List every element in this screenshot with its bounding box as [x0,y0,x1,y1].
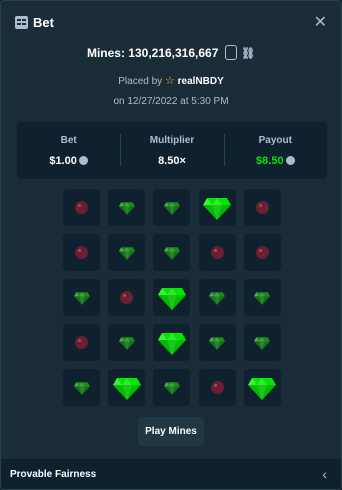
mine-icon [210,246,224,259]
gem-icon [73,291,90,305]
gem-icon [203,197,232,220]
stat-bet-value: $1.00 [49,155,77,167]
placed-by-prefix: Placed by [118,76,163,87]
gem-icon [209,291,226,305]
gem-icon [248,377,277,400]
board-tile [243,189,281,226]
provable-fairness-label: Provable Fairness [10,469,97,480]
mines-board [63,189,281,406]
board-tile [108,279,146,316]
gem-icon [118,336,135,350]
bet-slip-icon [15,16,28,29]
gem-icon [163,381,180,395]
stat-multiplier-value: 8.50× [158,155,186,167]
mine-icon [255,246,269,259]
board-tile [63,279,100,316]
close-button[interactable]: ✕ [314,12,327,32]
board-tile [63,369,100,406]
gem-icon [118,201,135,215]
mine-icon [75,246,88,259]
board-tile [153,189,191,226]
board-tile [108,234,146,271]
gem-icon [73,381,90,395]
star-icon: ☆ [164,75,175,87]
board-tile [198,279,236,316]
board-tile [198,369,236,406]
gem-icon [157,332,186,355]
link-icon[interactable]: ⛓ [241,47,255,60]
stat-payout-value: $8.50 [256,155,284,167]
modal-title: Bet [33,15,54,30]
gem-icon [254,291,271,305]
copy-icon[interactable] [224,45,237,61]
stat-payout-value-row: $8.50 [224,155,327,167]
mine-icon [255,201,269,214]
board-tile [243,324,281,361]
board-tile [108,369,146,406]
mine-icon [75,336,88,349]
chevron-left-icon[interactable]: ‹ [322,466,327,482]
game-id-label: Mines: 130,216,316,667 [86,46,219,60]
gem-icon [254,336,271,350]
play-mines-button[interactable]: Play Mines [138,417,204,446]
stat-multiplier: Multiplier 8.50× [120,122,223,179]
board-tile [243,369,281,406]
board-tile [243,279,281,316]
board-tile [63,189,100,226]
board-tile [153,234,191,271]
stat-bet-label: Bet [60,135,77,146]
board-tile [63,234,100,271]
coin-icon [78,156,88,165]
game-id: Mines: 130,216,316,667 ⛓ [1,45,341,61]
stat-bet: Bet $1.00 [17,122,120,179]
gem-icon [118,246,135,260]
stat-bet-value-row: $1.00 [17,155,120,167]
gem-icon [209,336,226,350]
mine-icon [210,381,224,394]
board-tile [63,324,100,361]
stat-payout: Payout $8.50 [223,122,327,179]
gem-icon [163,201,180,215]
placed-by-user[interactable]: realNBDY [178,76,224,87]
board-tile [198,189,236,226]
board-tile [243,234,281,271]
stat-payout-label: Payout [258,135,292,146]
board-tile [153,369,191,406]
bet-stats: Bet $1.00 Multiplier 8.50× Payout $8.50 [17,122,327,179]
bet-date: on 12/27/2022 at 5:30 PM [113,96,229,107]
placed-by: Placed by ☆ realNBDY [1,74,341,87]
gem-icon [157,287,186,310]
gem-icon [163,246,180,260]
stat-multiplier-label: Multiplier [149,135,195,146]
board-tile [153,279,191,316]
mine-icon [75,201,88,214]
board-tile [108,324,146,361]
board-tile [198,234,236,271]
modal-header: Bet ✕ [1,1,341,45]
mine-icon [120,291,134,304]
bet-modal: Bet ✕ Mines: 130,216,316,667 ⛓ Placed by… [0,0,342,490]
board-tile [108,189,146,226]
board-tile [198,324,236,361]
board-tile [153,324,191,361]
provable-fairness-bar[interactable]: Provable Fairness ‹ [1,459,341,489]
gem-icon [112,377,141,400]
coin-icon [285,156,295,165]
